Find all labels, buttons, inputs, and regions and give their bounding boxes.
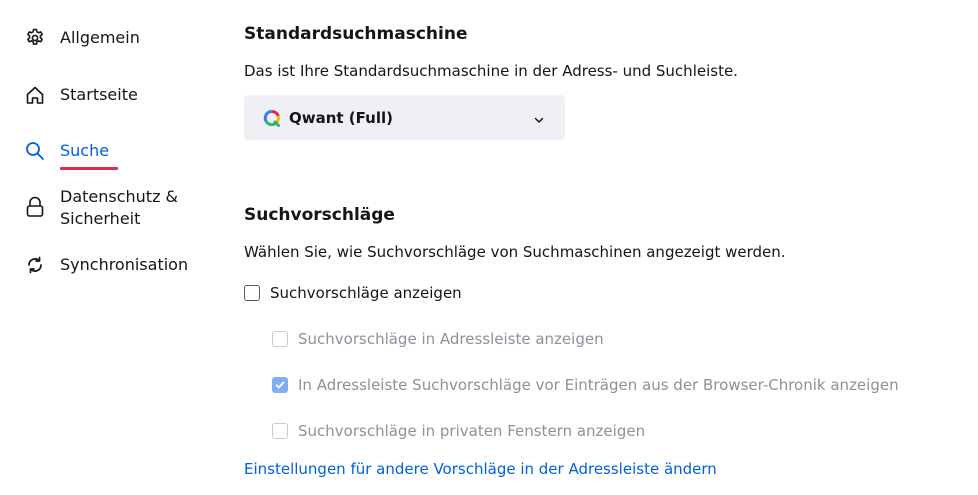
sync-icon: [24, 254, 46, 276]
main-content: Standardsuchmaschine Das ist Ihre Standa…: [244, 0, 978, 495]
sidebar-item-general[interactable]: Allgemein: [24, 27, 140, 49]
search-engine-dropdown[interactable]: Qwant (Full): [244, 95, 565, 140]
private-windows-suggestions-option[interactable]: Suchvorschläge in privaten Fenstern anze…: [272, 422, 645, 440]
urlbar-suggestions-option[interactable]: Suchvorschläge in Adressleiste anzeigen: [272, 330, 604, 348]
sidebar-item-label: Allgemein: [60, 28, 140, 47]
suggestions-before-history-label: In Adressleiste Suchvorschläge vor Eintr…: [298, 376, 899, 394]
qwant-logo-icon: [263, 109, 281, 127]
sidebar-item-label: Suche: [60, 141, 110, 160]
private-windows-suggestions-checkbox[interactable]: [272, 423, 288, 439]
selected-engine-label: Qwant (Full): [289, 108, 393, 127]
sidebar-item-privacy[interactable]: Datenschutz & Sicherheit: [24, 186, 210, 230]
active-indicator: [60, 167, 118, 170]
sidebar-item-label: Synchronisation: [60, 255, 189, 274]
search-icon: [24, 140, 46, 162]
default-engine-title: Standardsuchmaschine: [244, 24, 468, 44]
sidebar-item-home[interactable]: Startseite: [24, 84, 138, 106]
home-icon: [24, 84, 46, 106]
suggestions-description: Wählen Sie, wie Suchvorschläge von Suchm…: [244, 243, 786, 261]
lock-icon: [24, 196, 46, 218]
sidebar-item-label: Startseite: [60, 85, 138, 104]
sidebar: Allgemein Startseite Suche Datenschutz &…: [0, 0, 225, 495]
private-windows-suggestions-label: Suchvorschläge in privaten Fenstern anze…: [298, 422, 646, 440]
show-suggestions-option[interactable]: Suchvorschläge anzeigen: [244, 284, 462, 302]
suggestions-title: Suchvorschläge: [244, 205, 395, 225]
urlbar-suggestions-label: Suchvorschläge in Adressleiste anzeigen: [298, 330, 604, 348]
gear-icon: [24, 27, 46, 49]
sidebar-item-search[interactable]: Suche: [24, 140, 109, 162]
checkmark-icon: [275, 381, 285, 389]
suggestions-before-history-checkbox[interactable]: [272, 377, 288, 393]
sidebar-item-sync[interactable]: Synchronisation: [24, 254, 188, 276]
sidebar-item-label: Datenschutz & Sicherheit: [60, 187, 179, 228]
change-urlbar-suggestions-link[interactable]: Einstellungen für andere Vorschläge in d…: [244, 460, 717, 478]
show-suggestions-checkbox[interactable]: [244, 285, 260, 301]
suggestions-before-history-option[interactable]: In Adressleiste Suchvorschläge vor Eintr…: [272, 376, 899, 394]
urlbar-suggestions-checkbox[interactable]: [272, 331, 288, 347]
chevron-down-icon: [533, 111, 545, 123]
default-engine-description: Das ist Ihre Standardsuchmaschine in der…: [244, 62, 738, 80]
show-suggestions-label: Suchvorschläge anzeigen: [270, 284, 462, 302]
